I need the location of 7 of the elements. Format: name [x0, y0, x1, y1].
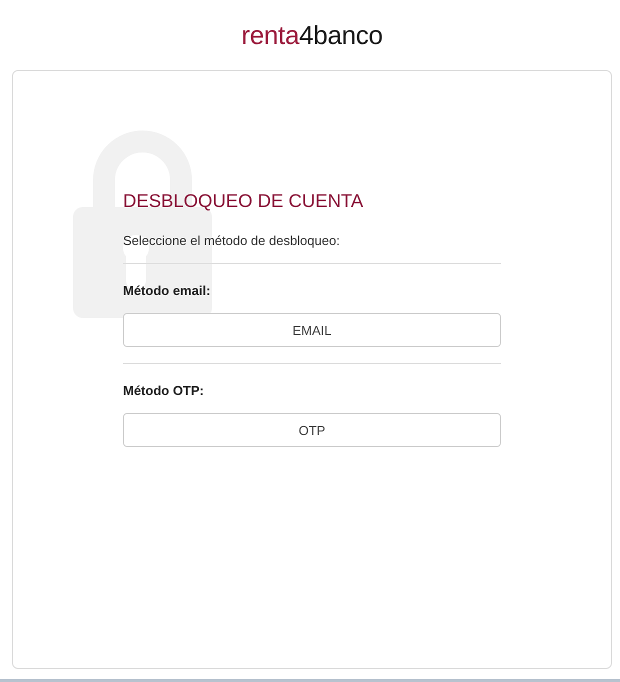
brand-logo: renta4banco [241, 20, 383, 50]
unlock-method-button[interactable]: OTP [123, 413, 501, 447]
method-label: Método email: [123, 282, 212, 300]
method-label: Método OTP: [123, 382, 205, 400]
unlock-method-button[interactable]: EMAIL [123, 313, 501, 347]
instruction-text: Seleccione el método de desbloqueo: [123, 232, 341, 250]
page-title: DESBLOQUEO DE CUENTA [123, 189, 364, 213]
